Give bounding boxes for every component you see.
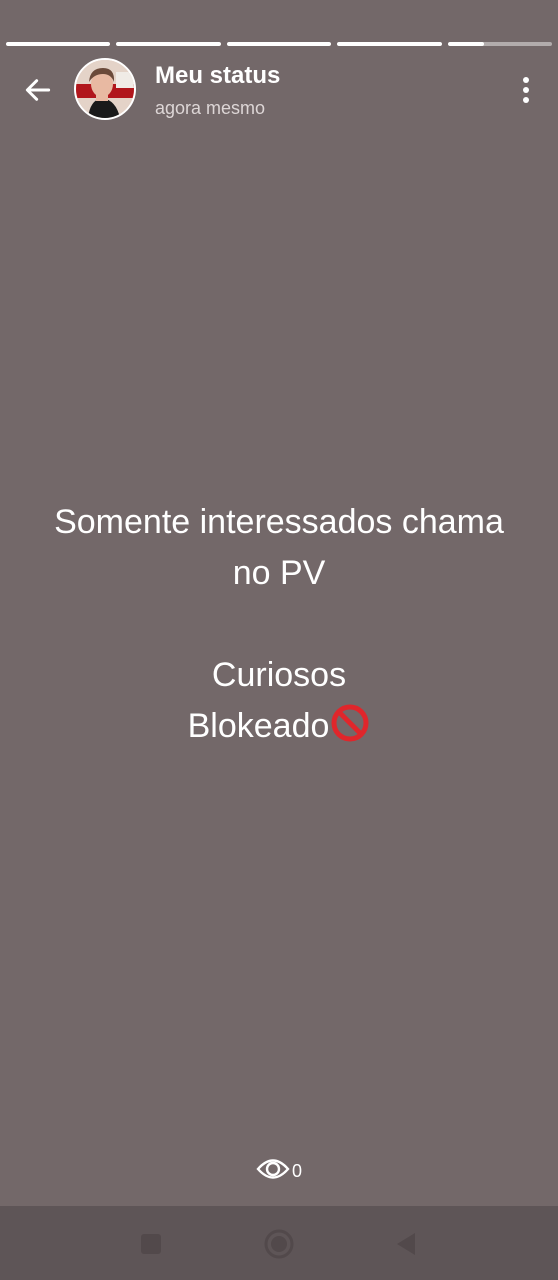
title-block: Meu status agora mesmo [155,62,280,120]
more-options-button[interactable] [514,74,538,106]
progress-segment-fill [226,42,332,46]
back-icon [397,1233,415,1255]
progress-segment [6,42,111,46]
avatar-photo [76,60,134,118]
arrow-left-icon [25,79,51,101]
more-vertical-icon [523,77,529,103]
recents-icon [141,1234,161,1254]
progress-segment [116,42,221,46]
recents-button[interactable] [135,1228,167,1260]
home-icon [264,1229,294,1259]
progress-segment-fill [6,42,111,46]
back-button[interactable] [18,70,58,110]
avatar[interactable] [74,58,136,120]
status-line-4: Blokeado [0,701,558,752]
status-text: Somente interessados chama no PV Curioso… [0,497,558,752]
progress-segment [447,42,553,46]
back-nav-button[interactable] [389,1228,421,1260]
prohibited-icon [331,704,369,742]
story-progress-bar [6,42,553,46]
progress-segment [337,42,442,46]
home-button[interactable] [263,1228,295,1260]
page-title: Meu status [155,62,281,89]
progress-segment [226,42,332,46]
views-counter[interactable]: 0 [256,1154,302,1184]
progress-segment-fill [447,42,485,46]
views-count: 0 [292,1160,303,1181]
timestamp: agora mesmo [155,98,266,118]
system-nav-bar [0,1206,558,1280]
status-line-3: Curiosos [211,656,347,694]
eye-icon [256,1159,290,1179]
status-line-2: no PV [232,554,326,592]
status-spacer [0,599,558,650]
progress-segment-fill [116,42,221,46]
progress-segment-fill [337,42,442,46]
status-header: Meu status agora mesmo [0,56,558,122]
status-line-1: Somente interessados chama [54,503,504,541]
status-line-4-text: Blokeado [187,707,330,745]
